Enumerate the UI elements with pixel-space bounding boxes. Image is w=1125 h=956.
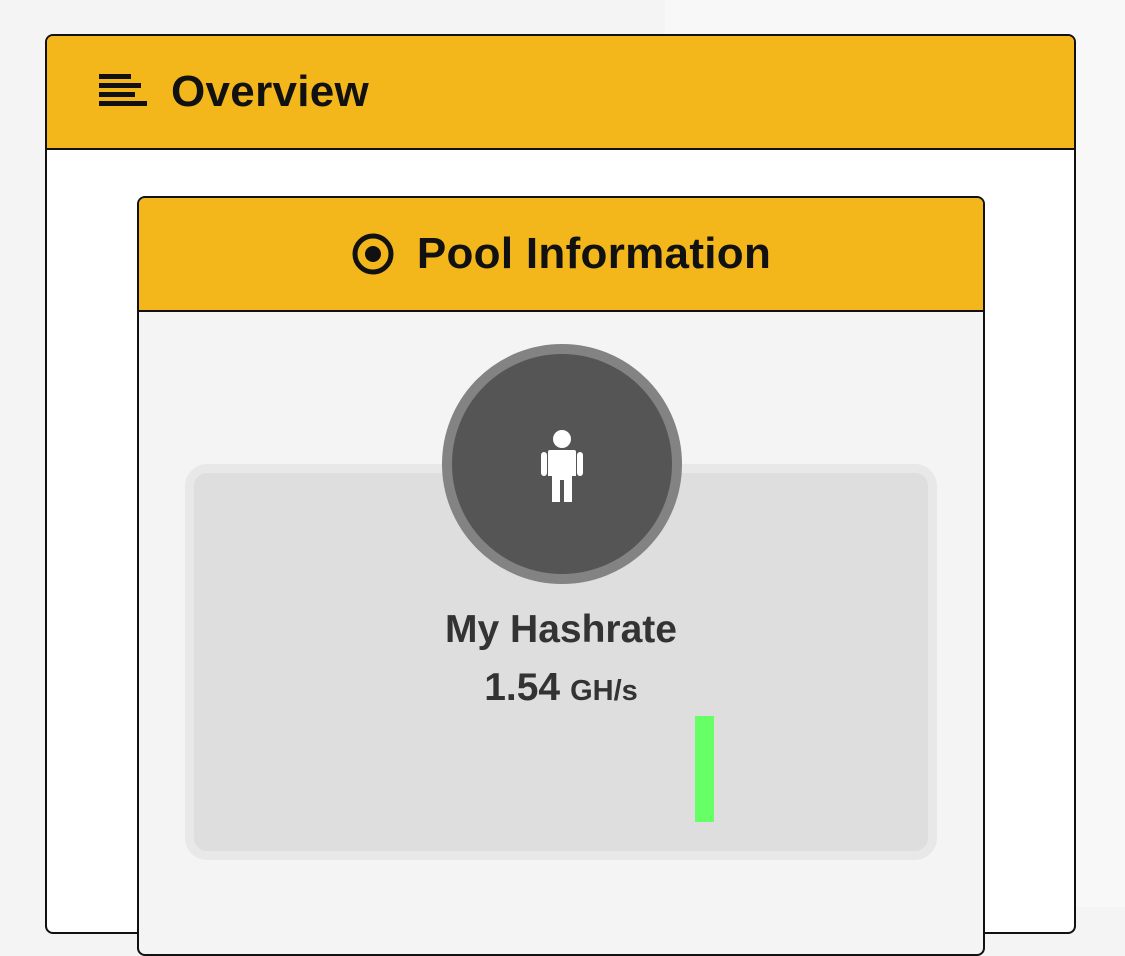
hashrate-unit: GH/s: [570, 675, 638, 707]
hashrate-value: 1.54: [484, 666, 561, 709]
pool-information-panel: Pool Information My Hashrate 1.54 GH/s: [137, 196, 985, 956]
user-icon: [540, 426, 584, 502]
target-icon: [351, 232, 395, 276]
avatar: [442, 344, 682, 584]
pool-information-title: Pool Information: [416, 229, 772, 278]
sparkline-bar: [695, 716, 714, 822]
hashrate-value-row: 1.54 GH/s: [139, 666, 983, 710]
hashrate-sparkline: [695, 716, 715, 822]
hashrate-label: My Hashrate: [445, 608, 677, 651]
pool-information-header[interactable]: Pool Information: [139, 198, 983, 312]
